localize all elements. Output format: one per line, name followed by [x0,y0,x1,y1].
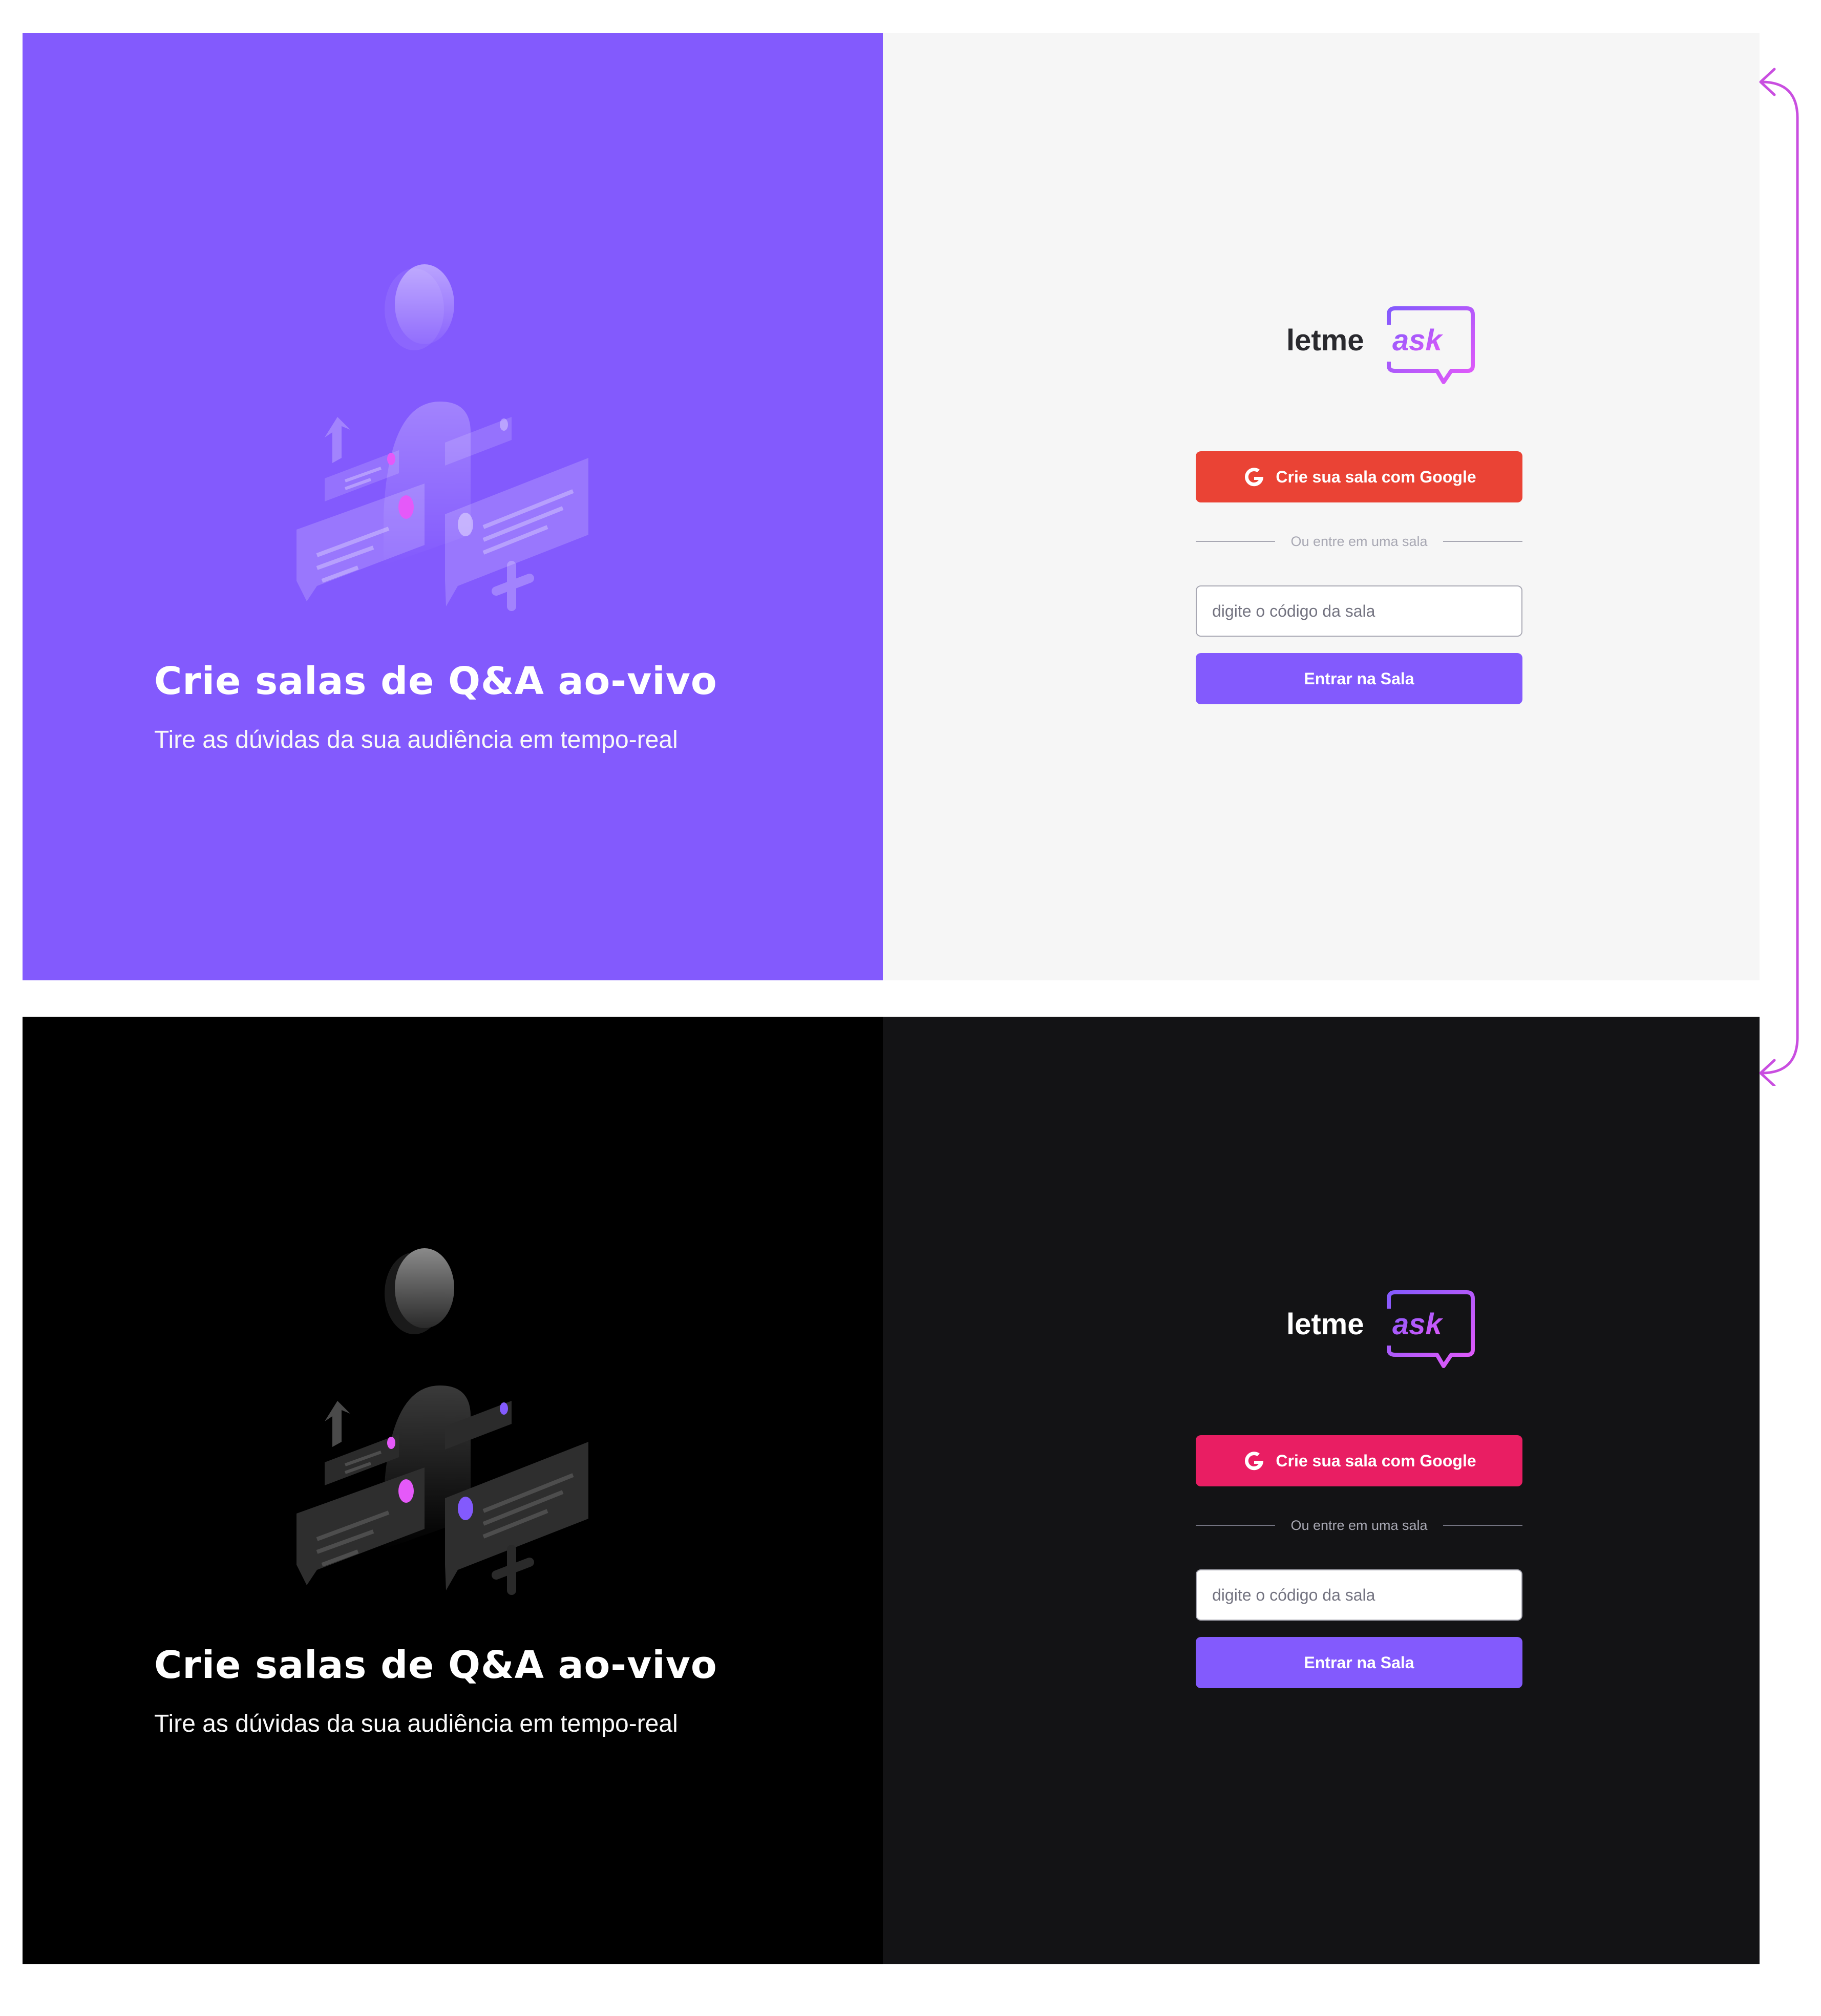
google-button-label: Crie sua sala com Google [1276,1451,1476,1470]
logo-ask-text: ask [1392,324,1444,357]
create-room-google-button[interactable]: Crie sua sala com Google [1196,1435,1522,1486]
aside-title: Crie salas de Q&A ao-vivo [154,659,717,703]
separator-text: Ou entre em uma sala [1290,533,1428,549]
google-icon [1245,1452,1264,1471]
aside-title: Crie salas de Q&A ao-vivo [154,1643,717,1687]
enter-room-button[interactable]: Entrar na Sala [1196,1637,1522,1688]
separator-line-right [1443,541,1523,542]
google-button-label: Crie sua sala com Google [1276,467,1476,486]
qa-illustration-icon [297,1248,588,1595]
separator-line-right [1443,1525,1523,1526]
separator-line-left [1196,541,1276,542]
logo-ask-text: ask [1392,1308,1444,1341]
separator-line-left [1196,1525,1276,1526]
room-code-input[interactable] [1196,585,1522,637]
logo-letme-text: letme [1286,324,1364,357]
separator: Ou entre em uma sala [1196,1515,1523,1536]
swap-arrows-icon [1759,68,1799,1086]
separator: Ou entre em uma sala [1196,531,1523,552]
qa-illustration-icon [297,264,588,611]
separator-text: Ou entre em uma sala [1290,1517,1428,1533]
google-icon [1245,468,1264,487]
aside-panel: Crie salas de Q&A ao-vivo Tire as dúvida… [23,1017,883,1964]
room-code-input[interactable] [1196,1569,1522,1621]
main-panel: letme ask Crie sua sala com Google Ou en… [883,1017,1760,1964]
create-room-google-button[interactable]: Crie sua sala com Google [1196,451,1522,502]
letmeask-logo: letme ask [1286,306,1475,384]
letmeask-logo: letme ask [1286,1290,1475,1368]
enter-room-button[interactable]: Entrar na Sala [1196,653,1522,704]
light-theme-screen: Crie salas de Q&A ao-vivo Tire as dúvida… [23,33,1760,980]
main-panel: letme ask Crie sua sala com Google Ou en… [883,33,1760,980]
aside-subtitle: Tire as dúvidas da sua audiência em temp… [154,1710,678,1737]
aside-subtitle: Tire as dúvidas da sua audiência em temp… [154,726,678,753]
aside-panel: Crie salas de Q&A ao-vivo Tire as dúvida… [23,33,883,980]
logo-letme-text: letme [1286,1308,1364,1341]
dark-theme-screen: Crie salas de Q&A ao-vivo Tire as dúvida… [23,1017,1760,1964]
